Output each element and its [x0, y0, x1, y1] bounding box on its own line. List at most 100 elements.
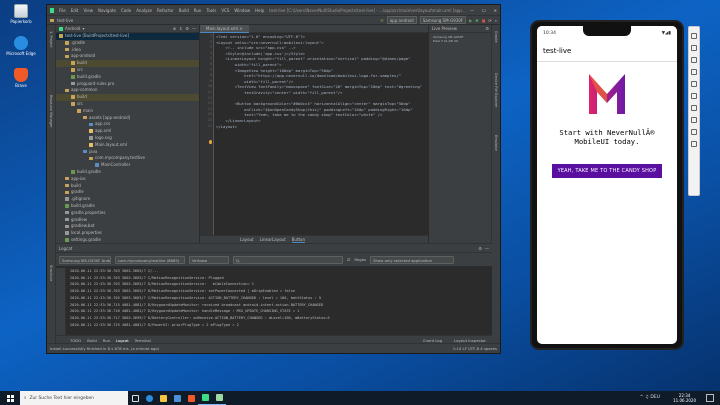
task-view-button[interactable] [128, 391, 142, 405]
taskbar-emulator[interactable] [212, 391, 226, 405]
tree-item[interactable]: build [56, 183, 199, 190]
code-line[interactable]: <Button backgroundColor="#6b0cc4" horizo… [216, 101, 422, 107]
editor-crumb-layout[interactable]: Layout [240, 237, 254, 242]
menu-run[interactable]: Run [193, 8, 203, 13]
emulator-zoom-button[interactable] [691, 93, 697, 99]
gear-icon[interactable]: ⚙ [485, 26, 489, 31]
desktop-icon-recycle-bin[interactable]: Papierkorb [6, 4, 36, 24]
tree-item[interactable]: Main.layout.xml [56, 142, 199, 149]
emulator-tool-tab[interactable]: Emulator [494, 135, 498, 151]
log-line[interactable]: 2020-06-11 22:33:36.703 3663-3663/? D/Mo… [70, 281, 492, 288]
menu-edit[interactable]: Edit [70, 8, 80, 13]
hammer-icon[interactable]: ⚒ [380, 18, 384, 23]
hide-icon[interactable]: — [192, 26, 196, 31]
run-config-select[interactable]: app.android [386, 16, 417, 24]
logcat-process-select[interactable]: com.mycompany.testlive (8685) [115, 255, 185, 264]
taskbar-store[interactable] [170, 391, 184, 405]
tree-item[interactable]: app-android [56, 53, 199, 60]
log-line[interactable]: 2020-06-11 22:33:36.725 4081-4081/? D/Po… [70, 322, 492, 329]
resource-manager-tab[interactable]: Resource Manager [49, 95, 53, 128]
emulator-back-button[interactable] [691, 105, 697, 111]
tree-item[interactable]: main [56, 108, 199, 115]
menu-help[interactable]: Help [254, 8, 265, 13]
lightbulb-icon[interactable] [209, 140, 212, 144]
project-view-select[interactable]: Android [65, 26, 80, 31]
tree-item[interactable]: src [56, 101, 199, 108]
tree-item[interactable]: com.mycompany.testlive [56, 155, 199, 162]
tree-item[interactable]: assets [app-android] [56, 115, 199, 122]
taskbar-brave[interactable] [184, 391, 198, 405]
menu-file[interactable]: File [58, 8, 67, 13]
close-icon[interactable]: × [239, 26, 242, 31]
desktop-icon-edge[interactable]: Microsoft Edge [6, 36, 36, 56]
emulator-screen[interactable]: 10:34 ▼◢▮ test-live Start with NeverNull… [537, 26, 677, 344]
sync-icon[interactable]: ⟳ [488, 18, 491, 23]
menu-navigate[interactable]: Navigate [97, 8, 117, 13]
desktop-icon-brave[interactable]: Brave [6, 68, 36, 88]
menu-code[interactable]: Code [120, 8, 132, 13]
debug-icon[interactable]: ✱ [475, 18, 478, 23]
tree-item[interactable]: build.gradle [56, 203, 199, 210]
tree-item[interactable]: build [56, 60, 199, 67]
gradle-tool-tab[interactable]: Gradle [494, 31, 498, 43]
emulator-home-button[interactable] [691, 117, 697, 123]
tree-item[interactable]: app-common [56, 87, 199, 94]
log-line[interactable]: 2020-06-11 22:33:36.716 4081-4081/? D/Ke… [70, 308, 492, 315]
menu-analyze[interactable]: Analyze [135, 8, 153, 13]
code-content[interactable]: <?xml version="1.0" encoding="UTF-8"?> <L… [216, 34, 422, 129]
collapse-icon[interactable]: ⇕ [179, 26, 182, 31]
logcat-device-select[interactable]: Samsung SM-G930F Android 8.0 [59, 255, 111, 264]
chevron-down-icon[interactable]: ▾ [82, 26, 84, 31]
structure-tool-tab[interactable]: Structure [49, 265, 53, 281]
emulator-screenshot-button[interactable] [691, 81, 697, 87]
menu-build[interactable]: Build [178, 8, 190, 13]
emulator-rotate-button[interactable] [691, 69, 697, 75]
run-icon[interactable]: ▶ [469, 18, 472, 23]
candy-shop-button[interactable]: YEAH, TAKE ME TO THE CANDY SHOP [551, 164, 663, 178]
maximize-button[interactable]: ☐ [482, 8, 486, 13]
logcat-search-input[interactable]: Q- [233, 255, 343, 264]
code-line[interactable]: href="https://app.nevernull.io/download/… [216, 73, 422, 79]
device-select[interactable]: Samsung SM-G930F [419, 16, 467, 24]
taskbar-explorer[interactable] [156, 391, 170, 405]
log-line[interactable]: 2020-06-11 22:33:36.703 3663-3663/? I/Mo… [70, 275, 492, 282]
logcat-filter-select[interactable]: Show only selected application [370, 255, 455, 264]
tree-item[interactable]: MainController [56, 162, 199, 169]
tree-item[interactable]: proguard-rules.pro [56, 81, 199, 88]
log-line[interactable]: 2020-06-11 22:33:36.703 3663-3663/? D/Mo… [70, 288, 492, 295]
breadcrumb[interactable]: test-live [57, 18, 73, 23]
stop-icon[interactable]: ■ [482, 18, 486, 23]
tree-item[interactable]: java [56, 149, 199, 156]
tree-item[interactable]: gradle [56, 189, 199, 196]
tree-item[interactable]: .gradle [56, 40, 199, 47]
emulator-more-button[interactable] [691, 141, 697, 147]
tree-item[interactable]: test-live [BuildProjects\test-live] [56, 33, 199, 40]
globe-icon[interactable]: ⊕ [173, 26, 176, 31]
tree-item[interactable]: app-ios [56, 176, 199, 183]
editor-crumb-button[interactable]: Button [291, 237, 306, 243]
menu-tools[interactable]: Tools [205, 8, 217, 13]
minimize-button[interactable]: — [470, 8, 474, 13]
tree-item[interactable]: gradle.properties [56, 210, 199, 217]
hide-icon[interactable]: — [485, 246, 489, 251]
emulator-overview-button[interactable] [691, 129, 697, 135]
code-line[interactable]: </Layout> [216, 124, 422, 130]
menu-refactor[interactable]: Refactor [156, 8, 175, 13]
taskbar-clock[interactable]: 22:34 11.06.2020 [673, 393, 696, 403]
tree-item[interactable]: .gitignore [56, 196, 199, 203]
taskbar-edge[interactable] [142, 391, 156, 405]
menu-window[interactable]: Window [233, 8, 251, 13]
menu-vcs[interactable]: VCS [220, 8, 230, 13]
gear-icon[interactable]: ⚙ [478, 246, 482, 251]
taskbar-search[interactable]: ⌕ Zur Suche Text hier eingeben [20, 391, 128, 405]
log-line[interactable]: 2020-06-11 22:33:36.717 3663-3699/? D/Ba… [70, 315, 492, 322]
start-button[interactable] [0, 391, 20, 405]
editor-tab-main-layout[interactable]: Main.layout.xml × [200, 25, 249, 33]
close-button[interactable]: ✕ [494, 8, 497, 13]
emulator-power-button[interactable] [691, 33, 697, 39]
logcat-output[interactable]: 2020-06-11 22:33:36.703 3663-3663/? I/..… [66, 268, 492, 335]
tree-item[interactable]: .idea [56, 47, 199, 54]
tree-item[interactable]: build.gradle [56, 74, 199, 81]
tree-item[interactable]: local.properties [56, 230, 199, 237]
emulator-volume-down-button[interactable] [691, 57, 697, 63]
